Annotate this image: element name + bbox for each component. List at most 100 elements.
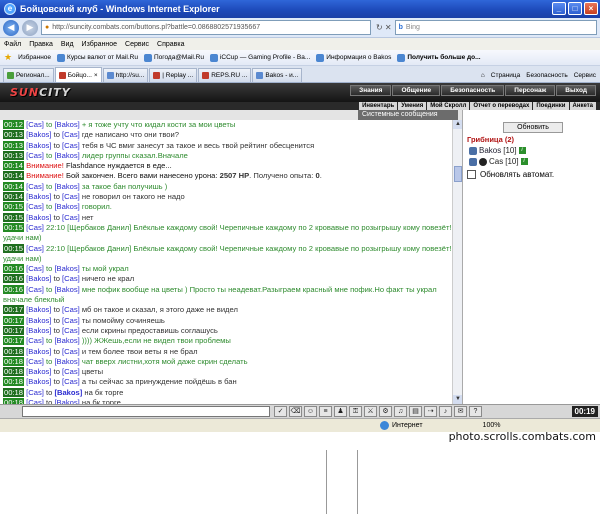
address-bar[interactable]: ● http://suncity.combats.com/buttons.pl?… [41, 20, 371, 35]
chat-timestamp[interactable]: 00:17 [3, 336, 25, 346]
chat-timestamp[interactable]: 00:14 [3, 161, 25, 171]
chat-recipient[interactable]: [Bakos] [54, 151, 79, 160]
chat-recipient[interactable]: [Bakos] [54, 120, 79, 129]
nav-communication[interactable]: Общение [392, 85, 441, 96]
chat-recipient[interactable]: [Bakos] [54, 388, 82, 397]
chat-recipient[interactable]: [Bakos] [54, 202, 79, 211]
chat-timestamp[interactable]: 00:14 [3, 181, 25, 191]
subnav-skills[interactable]: Умения [398, 102, 427, 110]
chat-recipient[interactable]: [Bakos] [54, 336, 79, 345]
chat-sender[interactable]: [Bakos] [26, 326, 51, 335]
chat-sender[interactable]: [Bakos] [26, 367, 51, 376]
chat-timestamp[interactable]: 00:13 [3, 140, 25, 150]
tool-page[interactable]: Страница [491, 72, 520, 79]
chat-sender[interactable]: [Cas] [26, 120, 44, 129]
refresh-stop-icons[interactable]: ↻ ✕ [376, 23, 392, 32]
chat-timestamp[interactable]: 00:15 [3, 202, 25, 212]
chat-timestamp[interactable]: 00:16 [3, 274, 25, 284]
group-member[interactable]: Cas [10] i [469, 157, 528, 166]
chat-scrollbar[interactable]: ▲ ▼ [452, 120, 463, 404]
member-name[interactable]: Bakos [479, 146, 501, 155]
refresh-button[interactable]: Обновить [503, 122, 563, 133]
fight-icon[interactable]: ⚔ [364, 406, 377, 417]
menu-favorites[interactable]: Избранное [82, 41, 117, 48]
tab-reps[interactable]: REPS.RU ... [198, 68, 252, 82]
member-name[interactable]: Cas [489, 157, 503, 166]
chat-recipient[interactable]: [Cas] [62, 347, 80, 356]
chat-timestamp[interactable]: 00:18 [3, 367, 25, 377]
settings-icon[interactable]: ⚙ [379, 406, 392, 417]
chat-recipient[interactable]: [Cas] [62, 326, 80, 335]
chat-recipient[interactable]: [Bakos] [54, 182, 79, 191]
tab-http[interactable]: http://su... [102, 68, 149, 82]
chat-timestamp[interactable]: 00:14 [3, 192, 25, 202]
chat-timestamp[interactable]: 00:15 [3, 212, 25, 222]
chat-sender[interactable]: [Cas] [26, 336, 44, 345]
subnav-inventory[interactable]: Инвентарь [359, 102, 398, 110]
chat-recipient[interactable]: [Bakos] [54, 264, 79, 273]
chat-recipient[interactable]: [Bakos] [54, 285, 79, 294]
menu-tools[interactable]: Сервис [125, 41, 149, 48]
chat-recipient[interactable]: [Bakos] [54, 357, 79, 366]
chat-sender[interactable]: [Bakos] [26, 141, 51, 150]
chat-sender[interactable]: [Bakos] [26, 130, 51, 139]
chat-sender[interactable]: [Bakos] [26, 347, 51, 356]
chat-recipient[interactable]: [Cas] [62, 377, 80, 386]
chat-sender[interactable]: [Bakos] [26, 305, 51, 314]
smile-icon[interactable]: ☺ [304, 406, 317, 417]
tab-close-icon[interactable]: × [94, 72, 98, 79]
chat-icon[interactable]: ✉ [454, 406, 467, 417]
tab-system-messages[interactable]: Системные сообщения [358, 110, 458, 120]
chat-timestamp[interactable]: 00:17 [3, 325, 25, 335]
chat-sender[interactable]: [Bakos] [26, 274, 51, 283]
subnav-transfers[interactable]: Отчет о переводах [470, 102, 533, 110]
menu-help[interactable]: Справка [157, 41, 184, 48]
chat-timestamp[interactable]: 00:15 [3, 222, 25, 232]
chat-recipient[interactable]: [Cas] [62, 213, 80, 222]
chat-timestamp[interactable]: 00:12 [3, 120, 25, 129]
nav-security[interactable]: Безопасность [441, 85, 505, 96]
fav-item[interactable]: Получить больше до... [397, 53, 481, 62]
fav-item[interactable]: iCCup — Gaming Profile - Ba... [209, 53, 310, 62]
auto-refresh-checkbox[interactable] [467, 170, 476, 179]
favorites-label[interactable]: Избранное [18, 54, 51, 61]
chat-recipient[interactable]: [Cas] [62, 192, 80, 201]
chat-sender[interactable]: [Bakos] [26, 316, 51, 325]
chat-timestamp[interactable]: 00:16 [3, 264, 25, 274]
walk-icon[interactable]: ⇢ [424, 406, 437, 417]
forward-button[interactable]: ▶ [22, 19, 38, 36]
chat-sender[interactable]: [Bakos] [26, 192, 51, 201]
tab-replay[interactable]: | Replay ... [149, 68, 198, 82]
chat-sender[interactable]: [Cas] [26, 202, 44, 211]
chat-sender[interactable]: [Cas] [26, 244, 44, 253]
chat-sender[interactable]: [Cas] [26, 388, 44, 397]
fav-item[interactable]: Погода@Mail.Ru [143, 53, 204, 62]
search-box[interactable]: b Bing [394, 20, 597, 35]
chat-sender[interactable]: [Cas] [26, 182, 44, 191]
menu-file[interactable]: Файл [4, 41, 21, 48]
chat-sender[interactable]: [Cas] [26, 223, 44, 232]
send-icon[interactable]: ✓ [274, 406, 287, 417]
chat-timestamp[interactable]: 00:18 [3, 377, 25, 387]
chat-timestamp[interactable]: 00:13 [3, 130, 25, 140]
chat-timestamp[interactable]: 00:17 [3, 305, 25, 315]
sound-icon[interactable]: ♪ [439, 406, 452, 417]
book-icon[interactable]: ▤ [409, 406, 422, 417]
maximize-button[interactable]: □ [568, 2, 582, 15]
back-button[interactable]: ◀ [3, 19, 19, 36]
chat-recipient[interactable]: [Cas] [62, 141, 80, 150]
nav-exit[interactable]: Выход [556, 85, 596, 96]
info-icon[interactable]: i [518, 147, 526, 154]
chat-timestamp[interactable]: 00:15 [3, 243, 25, 253]
tab-bakos[interactable]: Bakos - и... [252, 68, 303, 82]
chat-sender[interactable]: [Cas] [26, 151, 44, 160]
chat-recipient[interactable]: [Cas] [62, 316, 80, 325]
tool-security[interactable]: Безопасность [526, 72, 567, 79]
close-button[interactable]: × [584, 2, 598, 15]
star-icon[interactable]: ★ [4, 52, 12, 63]
chat-sender[interactable]: [Cas] [26, 264, 44, 273]
nav-knowledge[interactable]: Знания [350, 85, 392, 96]
person-icon[interactable]: ♟ [334, 406, 347, 417]
tool-service[interactable]: Сервис [574, 72, 596, 79]
chat-timestamp[interactable]: 00:18 [3, 356, 25, 366]
